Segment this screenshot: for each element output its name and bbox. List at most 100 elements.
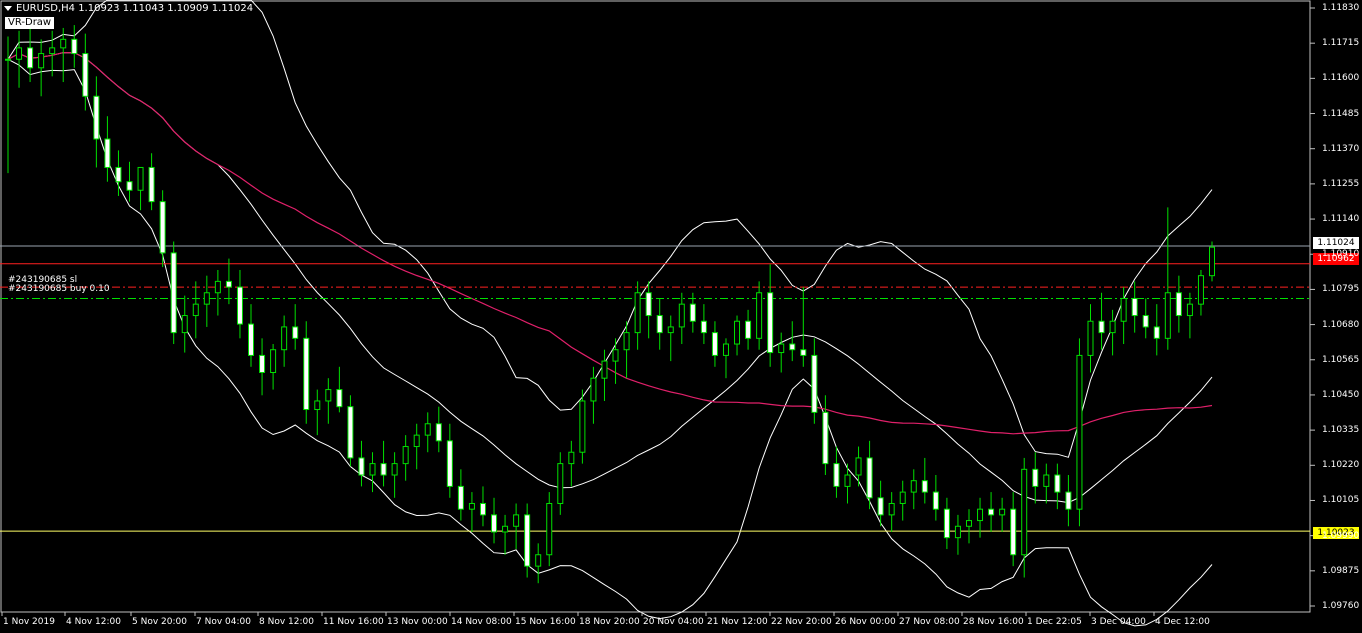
candle-body	[424, 423, 431, 436]
candle-body	[71, 38, 78, 55]
time-axis-label: 1 Nov 2019	[3, 617, 55, 627]
candle-body	[767, 292, 774, 354]
candle-body	[38, 53, 45, 69]
candle-body	[49, 47, 56, 55]
candle-body	[546, 502, 553, 556]
candle-body	[60, 38, 67, 49]
candle-body	[999, 508, 1006, 516]
price-axis-label: 1.10220	[1322, 460, 1360, 471]
candle-body	[413, 434, 420, 448]
candle-body	[303, 337, 310, 411]
candle-body	[115, 166, 122, 183]
candle-body	[700, 320, 707, 334]
candle-body	[778, 343, 785, 354]
candle-body	[347, 406, 354, 459]
order-buy-label[interactable]: #243190685 buy 0.10	[8, 285, 110, 294]
candle-body	[877, 497, 884, 516]
candle-body	[1164, 292, 1171, 339]
candle-body	[513, 514, 520, 527]
candle-body	[954, 525, 961, 539]
price-axis-label: 1.11140	[1322, 214, 1360, 225]
candle-body	[148, 166, 155, 203]
candle-body	[1087, 320, 1094, 356]
candle-body	[965, 520, 972, 527]
candle-body	[1120, 297, 1127, 322]
candle-body	[325, 389, 332, 402]
candle-body	[468, 502, 475, 510]
candle-body	[943, 508, 950, 539]
time-axis-label: 13 Nov 00:00	[387, 617, 448, 627]
candle-body	[988, 508, 995, 516]
candle-body	[104, 138, 111, 168]
candle-body	[1098, 320, 1105, 334]
candle-body	[722, 343, 729, 356]
candle-body	[601, 360, 608, 379]
time-axis-label: 20 Nov 04:00	[643, 617, 704, 627]
candle-body	[579, 400, 586, 453]
candle-body	[590, 377, 597, 402]
candle-body	[745, 320, 752, 339]
price-chart[interactable]	[0, 0, 1362, 633]
price-axis-label: 1.10450	[1322, 389, 1360, 400]
candle-body	[170, 252, 177, 334]
candle-body	[336, 389, 343, 408]
price-axis-label: 1.11370	[1322, 143, 1360, 154]
candle-body	[568, 451, 575, 465]
candle-body	[656, 315, 663, 334]
time-axis-label: 28 Nov 16:00	[963, 617, 1024, 627]
candle-body	[1186, 303, 1193, 317]
candle-body	[1065, 491, 1072, 510]
candle-body	[689, 303, 696, 322]
candle-body	[457, 485, 464, 510]
candle-body	[678, 303, 685, 328]
candle-body	[866, 457, 873, 499]
candle-body	[491, 514, 498, 533]
candle-body	[844, 474, 851, 487]
time-axis-label: 8 Nov 12:00	[259, 617, 314, 627]
candle-body	[292, 326, 299, 339]
candle-body	[833, 463, 840, 487]
candle-body	[1109, 320, 1116, 334]
candle-body	[1010, 508, 1017, 556]
candle-body	[16, 47, 23, 60]
time-axis-label: 4 Dec 12:00	[1155, 617, 1210, 627]
candle-body	[259, 354, 266, 373]
candle-body	[612, 349, 619, 362]
candle-body	[1142, 315, 1149, 328]
price-axis-label: 1.11830	[1322, 3, 1360, 13]
candle-body	[756, 292, 763, 339]
dropdown-triangle-icon[interactable]	[4, 5, 12, 11]
candle-body	[358, 457, 365, 476]
candle-body	[82, 53, 89, 97]
price-axis-label: 1.10680	[1322, 319, 1360, 330]
candle-body	[380, 463, 387, 476]
candle-body	[811, 354, 818, 413]
candle-body	[181, 315, 188, 334]
candle-body	[391, 463, 398, 476]
candle-body	[932, 491, 939, 510]
candle-body	[126, 181, 133, 191]
time-axis-label: 1 Dec 22:05	[1027, 617, 1082, 627]
candle-body	[1153, 326, 1160, 339]
price-axis-label: 1.09760	[1322, 601, 1360, 611]
time-axis-label: 21 Nov 12:00	[707, 617, 768, 627]
time-axis-label: 26 Nov 00:00	[835, 617, 896, 627]
time-axis-label: 14 Nov 08:00	[451, 617, 512, 627]
candle-body	[535, 554, 542, 567]
candle-body	[1054, 474, 1061, 493]
time-axis-label: 11 Nov 16:00	[323, 617, 384, 627]
price-axis-label: 1.10565	[1322, 354, 1360, 365]
candle-body	[1043, 474, 1050, 487]
candle-body	[789, 343, 796, 351]
candle-body	[800, 349, 807, 356]
candle-body	[27, 47, 34, 69]
candle-body	[137, 166, 144, 191]
indicator-label[interactable]: VR-Draw	[5, 17, 55, 29]
candle-body	[248, 323, 255, 356]
candle-body	[855, 457, 862, 476]
price-axis-label: 1.11255	[1322, 178, 1360, 189]
candle-body	[921, 480, 928, 493]
candle-body	[225, 280, 232, 288]
candle-body	[270, 349, 277, 373]
candle-body	[1021, 468, 1028, 556]
